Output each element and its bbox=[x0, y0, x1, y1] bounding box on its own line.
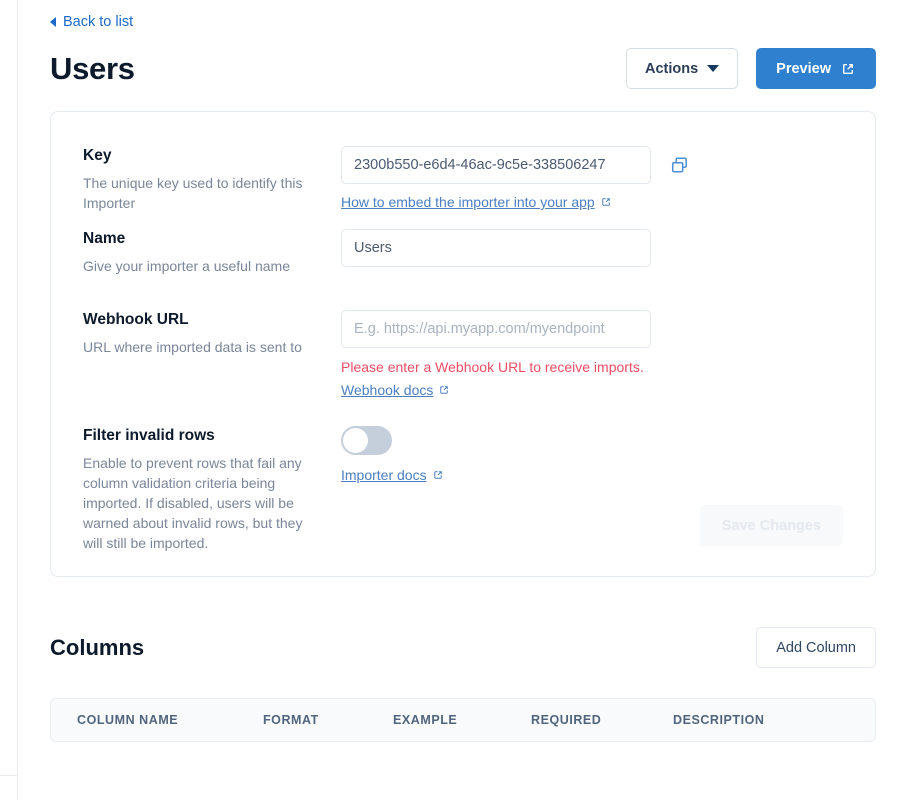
webhook-field-row: Webhook URL URL where imported data is s… bbox=[83, 310, 843, 400]
key-field-row: Key The unique key used to identify this… bbox=[83, 146, 843, 213]
webhook-label: Webhook URL bbox=[83, 311, 189, 328]
webhook-docs-label: Webhook docs bbox=[341, 382, 434, 398]
key-label: Key bbox=[83, 147, 112, 164]
key-input-line bbox=[341, 146, 843, 184]
preview-button-label: Preview bbox=[776, 60, 831, 77]
columns-section-header: Columns Add Column bbox=[50, 627, 876, 668]
add-column-button[interactable]: Add Column bbox=[756, 627, 876, 668]
importer-docs-label: Importer docs bbox=[341, 467, 427, 483]
embed-importer-link[interactable]: How to embed the importer into your app bbox=[341, 194, 612, 210]
name-input[interactable] bbox=[341, 229, 651, 267]
name-field-labels: Name Give your importer a useful name bbox=[83, 229, 341, 276]
save-changes-button[interactable]: Save Changes bbox=[699, 505, 843, 546]
columns-table: COLUMN NAME FORMAT EXAMPLE REQUIRED DESC… bbox=[50, 698, 876, 742]
key-field-controls: How to embed the importer into your app bbox=[341, 146, 843, 213]
column-header-column-name: COLUMN NAME bbox=[77, 713, 179, 727]
name-label: Name bbox=[83, 230, 126, 247]
filter-field-labels: Filter invalid rows Enable to prevent ro… bbox=[83, 426, 341, 553]
save-changes-container: Save Changes bbox=[699, 505, 843, 546]
back-caret-icon bbox=[50, 17, 56, 27]
left-rail bbox=[0, 0, 18, 800]
columns-title: Columns bbox=[50, 634, 145, 660]
actions-button[interactable]: Actions bbox=[626, 48, 739, 89]
webhook-error-message: Please enter a Webhook URL to receive im… bbox=[341, 359, 644, 375]
webhook-docs-link[interactable]: Webhook docs bbox=[341, 382, 450, 398]
actions-button-label: Actions bbox=[645, 60, 699, 77]
copy-key-button[interactable] bbox=[670, 156, 689, 175]
back-to-list-link[interactable]: Back to list bbox=[50, 14, 133, 30]
name-help-text: Give your importer a useful name bbox=[83, 258, 290, 274]
key-help-text: The unique key used to identify this Imp… bbox=[83, 175, 303, 211]
key-input[interactable] bbox=[341, 146, 651, 184]
page-header: Users Actions Preview bbox=[50, 48, 892, 89]
importer-docs-link[interactable]: Importer docs bbox=[341, 467, 444, 483]
chevron-down-icon bbox=[707, 65, 720, 72]
external-link-icon bbox=[600, 196, 612, 208]
filter-invalid-rows-help-text: Enable to prevent rows that fail any col… bbox=[83, 455, 303, 551]
column-header-description: DESCRIPTION bbox=[673, 713, 765, 727]
column-header-format: FORMAT bbox=[263, 713, 319, 727]
back-to-list-label: Back to list bbox=[63, 14, 134, 30]
left-rail-divider bbox=[0, 775, 18, 776]
column-header-required: REQUIRED bbox=[531, 713, 602, 727]
preview-button[interactable]: Preview bbox=[756, 48, 876, 89]
external-link-icon bbox=[432, 469, 444, 481]
header-actions: Actions Preview bbox=[626, 48, 876, 89]
key-field-labels: Key The unique key used to identify this… bbox=[83, 146, 341, 213]
external-link-icon bbox=[840, 61, 856, 77]
page-title: Users bbox=[50, 50, 135, 86]
external-link-icon bbox=[438, 384, 450, 396]
page-content: Back to list Users Actions Preview Key T… bbox=[19, 0, 908, 800]
name-field-controls bbox=[341, 229, 843, 276]
column-header-example: EXAMPLE bbox=[393, 713, 458, 727]
embed-importer-label: How to embed the importer into your app bbox=[341, 194, 595, 210]
name-field-row: Name Give your importer a useful name bbox=[83, 229, 843, 276]
importer-settings-card: Key The unique key used to identify this… bbox=[50, 111, 876, 577]
toggle-knob bbox=[343, 428, 368, 453]
copy-icon bbox=[670, 156, 689, 178]
webhook-url-input[interactable] bbox=[341, 310, 651, 348]
webhook-help-text: URL where imported data is sent to bbox=[83, 339, 302, 355]
filter-invalid-rows-label: Filter invalid rows bbox=[83, 427, 215, 444]
filter-invalid-rows-toggle[interactable] bbox=[341, 426, 392, 455]
webhook-field-controls: Please enter a Webhook URL to receive im… bbox=[341, 310, 843, 400]
columns-table-header-row: COLUMN NAME FORMAT EXAMPLE REQUIRED DESC… bbox=[51, 699, 875, 741]
webhook-field-labels: Webhook URL URL where imported data is s… bbox=[83, 310, 341, 400]
